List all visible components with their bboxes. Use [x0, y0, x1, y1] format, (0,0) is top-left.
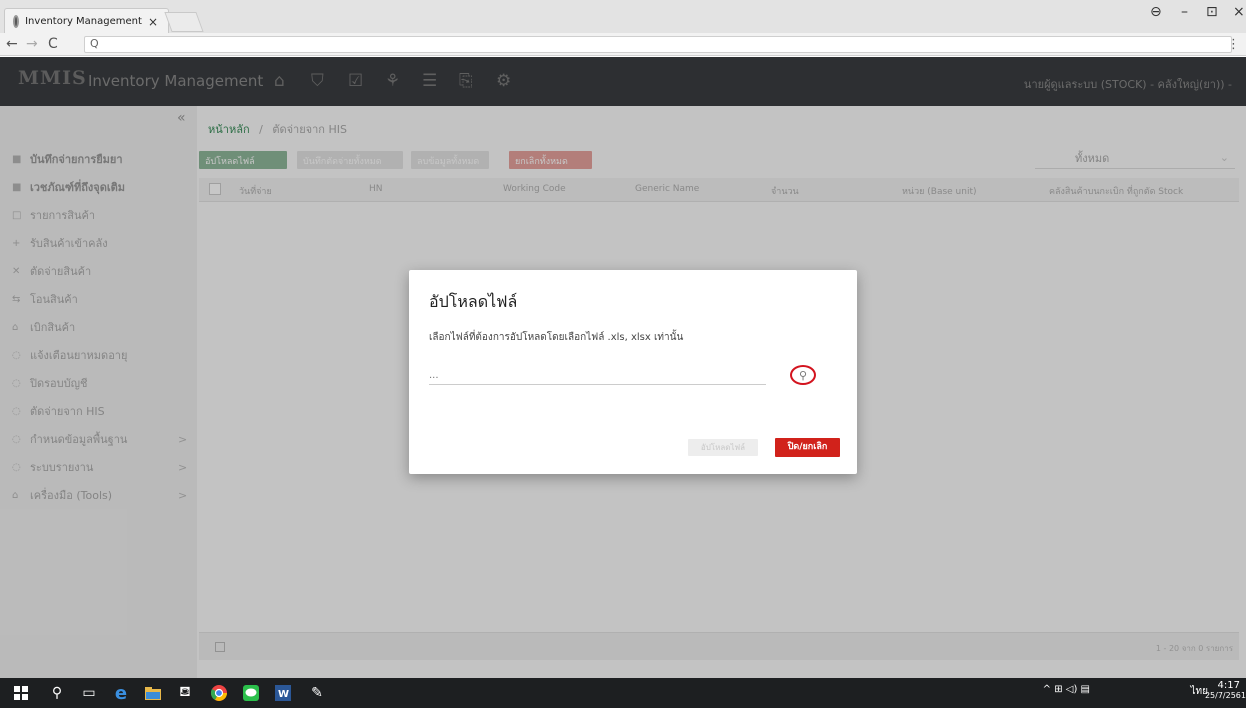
tray-icons[interactable]: ^ ⊞ ◁) ▤ — [1043, 684, 1090, 695]
profile-icon[interactable]: ⊖ — [1150, 4, 1162, 20]
dialog-title: อัปโหลดไฟล์ — [429, 292, 518, 311]
edge-icon[interactable]: e — [112, 683, 130, 704]
svg-text:W: W — [278, 689, 289, 700]
back-icon[interactable]: ← — [6, 36, 18, 52]
new-tab-button[interactable] — [164, 12, 204, 32]
clock-date[interactable]: 25/7/2561 — [1205, 691, 1246, 700]
maximize-button[interactable]: ⊡ — [1206, 4, 1218, 20]
browse-file-button[interactable]: ⚲ — [790, 365, 816, 385]
windows-taskbar: ⚲ ▭ e ⛾ W ✎ ^ ⊞ ◁) ▤ ไทย 4:17 25/7/2561 — [0, 678, 1246, 708]
upload-button[interactable]: อัปโหลดไฟล์ — [688, 439, 758, 456]
file-path-input[interactable] — [429, 367, 766, 385]
browser-tab[interactable]: Inventory Management × — [4, 8, 169, 34]
favicon-icon — [13, 15, 20, 28]
store-icon[interactable]: ⛾ — [176, 684, 194, 701]
tab-close-icon[interactable]: × — [148, 15, 158, 29]
minimize-button[interactable]: – — [1181, 4, 1188, 20]
search-icon: ⚲ — [798, 368, 808, 382]
browser-toolbar: ← → C Q ⋮ — [0, 33, 1246, 56]
task-view-icon[interactable]: ▭ — [80, 685, 98, 701]
chrome-icon[interactable] — [210, 685, 228, 701]
close-window-button[interactable]: × — [1233, 4, 1245, 20]
paint-icon[interactable]: ✎ — [308, 685, 326, 701]
explorer-icon[interactable] — [144, 685, 162, 701]
search-icon[interactable]: ⚲ — [48, 685, 66, 701]
close-cancel-button[interactable]: ปิด/ยกเลิก — [775, 438, 840, 457]
forward-icon[interactable]: → — [26, 36, 38, 52]
address-bar[interactable]: Q — [84, 36, 1232, 53]
browser-titlebar: Inventory Management × ⊖ – ⊡ × — [0, 0, 1246, 34]
line-icon[interactable] — [242, 685, 260, 701]
tab-title: Inventory Management — [25, 16, 142, 27]
clock-time[interactable]: 4:17 — [1218, 680, 1240, 691]
browser-menu-icon[interactable]: ⋮ — [1227, 37, 1240, 52]
word-icon[interactable]: W — [274, 685, 292, 701]
windows-icon[interactable] — [12, 685, 30, 701]
upload-file-dialog: อัปโหลดไฟล์ เลือกไฟล์ที่ต้องการอัปโหลดโด… — [409, 270, 857, 474]
reload-icon[interactable]: C — [48, 36, 58, 52]
dialog-description: เลือกไฟล์ที่ต้องการอัปโหลดโดยเลือกไฟล์ .… — [429, 332, 684, 343]
